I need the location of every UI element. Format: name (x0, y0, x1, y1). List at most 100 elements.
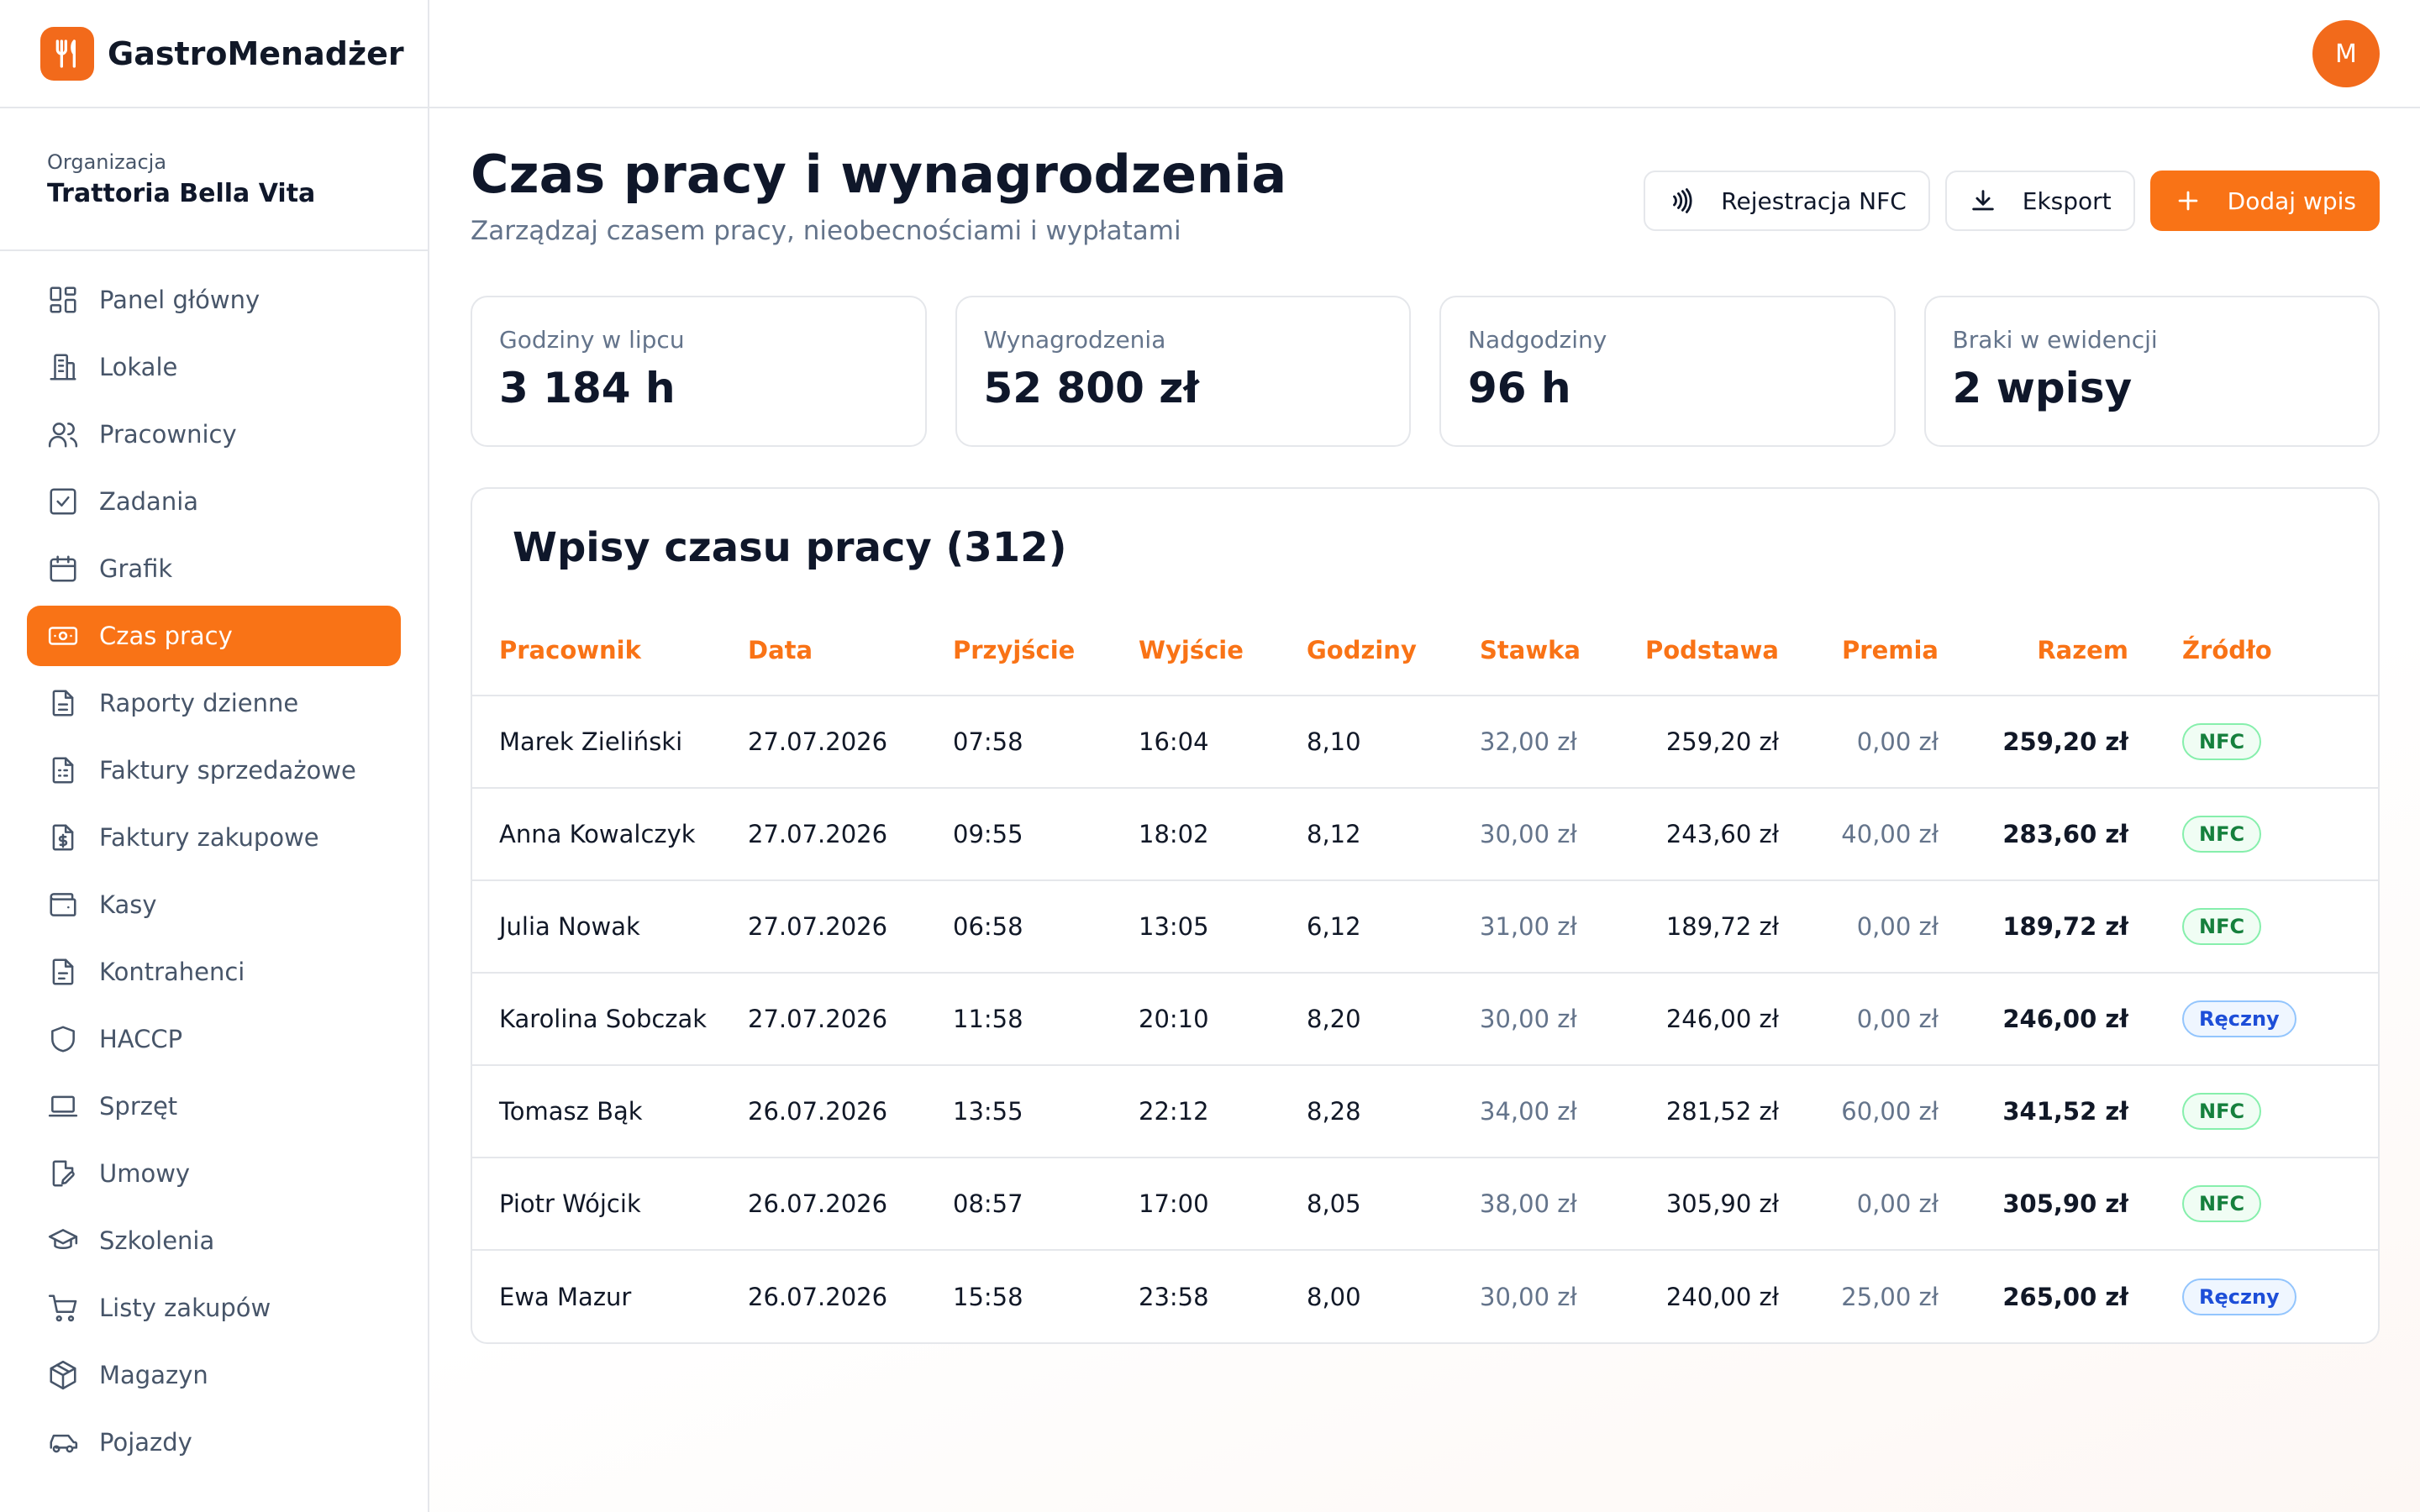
sidebar-item-haccp[interactable]: HACCP (27, 1009, 401, 1069)
add-entry-button[interactable]: Dodaj wpis (2149, 171, 2380, 231)
cell-in: 13:55 (953, 1065, 1139, 1158)
column-header-base[interactable]: Podstawa (1597, 605, 1779, 696)
sidebar-item-label: Raporty dzienne (99, 689, 299, 717)
sidebar-item-label: Faktury sprzedażowe (99, 756, 356, 785)
cell-employee: Tomasz Bąk (472, 1065, 748, 1158)
sidebar-item-sprzet[interactable]: Sprzęt (27, 1076, 401, 1137)
table-row[interactable]: Marek Zieliński 27.07.2026 07:58 16:04 8,10 3… (472, 696, 2378, 789)
sidebar-item-szkolenia[interactable]: Szkolenia (27, 1210, 401, 1271)
stats-row: Godziny w lipcu 3 184 h Wynagrodzenia 52… (471, 296, 2380, 447)
cell-rate: 30,00 zł (1480, 1282, 1577, 1311)
dashboard-icon (50, 286, 76, 313)
cell-in: 08:57 (953, 1158, 1139, 1251)
sidebar-item-pracownicy[interactable]: Pracownicy (27, 404, 401, 465)
cell-in: 06:58 (953, 880, 1139, 974)
sidebar-item-kasy[interactable]: Kasy (27, 874, 401, 935)
stat-value: 2 wpisy (1952, 364, 2133, 412)
nfc-registration-button[interactable]: Rejestracja NFC (1644, 171, 1930, 231)
calendar-icon (50, 555, 76, 582)
sidebar-item-listy-zakupow[interactable]: Listy zakupów (27, 1278, 401, 1338)
cell-hours: 6,12 (1307, 880, 1480, 974)
column-header-date[interactable]: Data (748, 605, 953, 696)
table-row[interactable]: Piotr Wójcik 26.07.2026 08:57 17:00 8,05 38,0… (472, 1158, 2378, 1251)
sidebar-item-panel-glowny[interactable]: Panel główny (27, 270, 401, 330)
sidebar-item-lokale[interactable]: Lokale (27, 337, 401, 397)
cell-rate: 38,00 zł (1480, 1158, 1597, 1251)
organization-selector[interactable]: Organizacja Trattoria Bella Vita (0, 108, 428, 251)
column-header-out[interactable]: Wyjście (1139, 605, 1307, 696)
cell-bonus: 40,00 zł (1779, 788, 1939, 881)
building-icon (50, 354, 76, 381)
table-row[interactable]: Anna Kowalczyk 27.07.2026 09:55 18:02 8,12 30… (472, 788, 2378, 881)
table-row[interactable]: Ewa Mazur 26.07.2026 15:58 23:58 8,00 30,00 z… (472, 1250, 2378, 1342)
export-button[interactable]: Eksport (1944, 171, 2135, 231)
sidebar-item-label: Lokale (99, 353, 178, 381)
stat-card-hours: Godziny w lipcu 3 184 h (471, 296, 927, 447)
checkbox-icon (50, 488, 76, 515)
sidebar-item-zadania[interactable]: Zadania (27, 471, 401, 532)
sidebar-item-czas-pracy[interactable]: Czas pracy (27, 606, 401, 666)
cell-bonus: 60,00 zł (1779, 1065, 1939, 1158)
column-header-in[interactable]: Przyjście (953, 605, 1139, 696)
cell-rate: 31,00 zł (1480, 880, 1597, 974)
table-body: Marek Zieliński 27.07.2026 07:58 16:04 8,10 3… (472, 696, 2378, 1342)
source-badge: NFC (2182, 1185, 2262, 1222)
cell-out: 18:02 (1139, 788, 1307, 881)
laptop-icon (48, 1095, 78, 1117)
cell-hours: 8,20 (1307, 973, 1480, 1066)
cell-base: 246,00 zł (1597, 973, 1779, 1066)
cell-bonus: 0,00 zł (1779, 696, 1939, 789)
sidebar-item-label: Kasy (99, 890, 157, 919)
cell-employee: Ewa Mazur (499, 1282, 632, 1311)
sidebar-item-label: Grafik (99, 554, 173, 583)
time-entries-table: Pracownik Data Przyjście Wyjście Godziny… (472, 605, 2378, 1342)
cell-source: NFC (2128, 1065, 2378, 1158)
column-header-hours[interactable]: Godziny (1307, 605, 1480, 696)
sidebar-item-faktury-sprzedazowe[interactable]: Faktury sprzedażowe (27, 740, 401, 801)
sidebar-item-pojazdy[interactable]: Pojazdy (27, 1412, 401, 1473)
column-header-source[interactable]: Źródło (2128, 605, 2378, 696)
sidebar-item-kontrahenci[interactable]: Kontrahenci (27, 942, 401, 1002)
cell-source: Ręczny (2128, 973, 2378, 1066)
sidebar-item-grafik[interactable]: Grafik (27, 538, 401, 599)
cart-icon (48, 1294, 77, 1322)
sidebar-item-label: Faktury zakupowe (99, 823, 319, 852)
cell-total: 189,72 zł (1939, 880, 2128, 974)
nfc-icon (1673, 188, 1692, 213)
stat-value: 3 184 h (499, 364, 676, 412)
organization-name: Trattoria Bella Vita (47, 179, 316, 208)
cell-employee: Karolina Sobczak (472, 973, 748, 1066)
source-badge: Ręczny (2182, 1278, 2296, 1315)
sidebar-item-label: Magazyn (99, 1361, 208, 1389)
contacts-document-icon (52, 958, 74, 985)
cell-source: NFC (2128, 880, 2378, 974)
column-header-rate[interactable]: Stawka (1480, 605, 1597, 696)
brand[interactable]: GastroMenadżer (0, 0, 428, 108)
sidebar-item-raporty-dzienne[interactable]: Raporty dzienne (27, 673, 401, 733)
column-header-bonus[interactable]: Premia (1779, 605, 1939, 696)
topbar: M (429, 0, 2420, 108)
sidebar-item-label: HACCP (99, 1025, 183, 1053)
column-header-total[interactable]: Razem (1939, 605, 2128, 696)
table-row[interactable]: Tomasz Bąk 26.07.2026 13:55 22:12 8,28 34,00 … (472, 1065, 2378, 1158)
page-title: Czas pracy i wynagrodzenia (471, 144, 1287, 205)
column-header-employee[interactable]: Pracownik (472, 605, 748, 696)
box-icon (50, 1360, 76, 1390)
table-row[interactable]: Karolina Sobczak 27.07.2026 11:58 20:10 8,20… (472, 973, 2378, 1066)
sidebar-nav: Panel główny Lokale Pracownicy Zadania Grafi… (0, 251, 428, 1473)
table-row[interactable]: Julia Nowak 27.07.2026 06:58 13:05 6,12 31,00… (472, 880, 2378, 974)
cell-employee: Anna Kowalczyk (472, 788, 748, 881)
cell-bonus: 0,00 zł (1779, 1158, 1939, 1251)
avatar[interactable]: M (2312, 20, 2380, 87)
cell-employee: Piotr Wójcik (472, 1158, 748, 1251)
cell-base: 281,52 zł (1597, 1065, 1779, 1158)
sidebar-item-faktury-zakupowe[interactable]: Faktury zakupowe (27, 807, 401, 868)
app-name: GastroMenadżer (108, 34, 404, 72)
cell-base: 243,60 zł (1597, 788, 1779, 881)
shield-icon (51, 1026, 75, 1053)
organization-label: Organizacja (47, 150, 167, 174)
source-badge: Ręczny (2182, 1000, 2296, 1037)
cell-hours: 8,28 (1307, 1065, 1480, 1158)
sidebar-item-umowy[interactable]: Umowy (27, 1143, 401, 1204)
sidebar-item-magazyn[interactable]: Magazyn (27, 1345, 401, 1405)
